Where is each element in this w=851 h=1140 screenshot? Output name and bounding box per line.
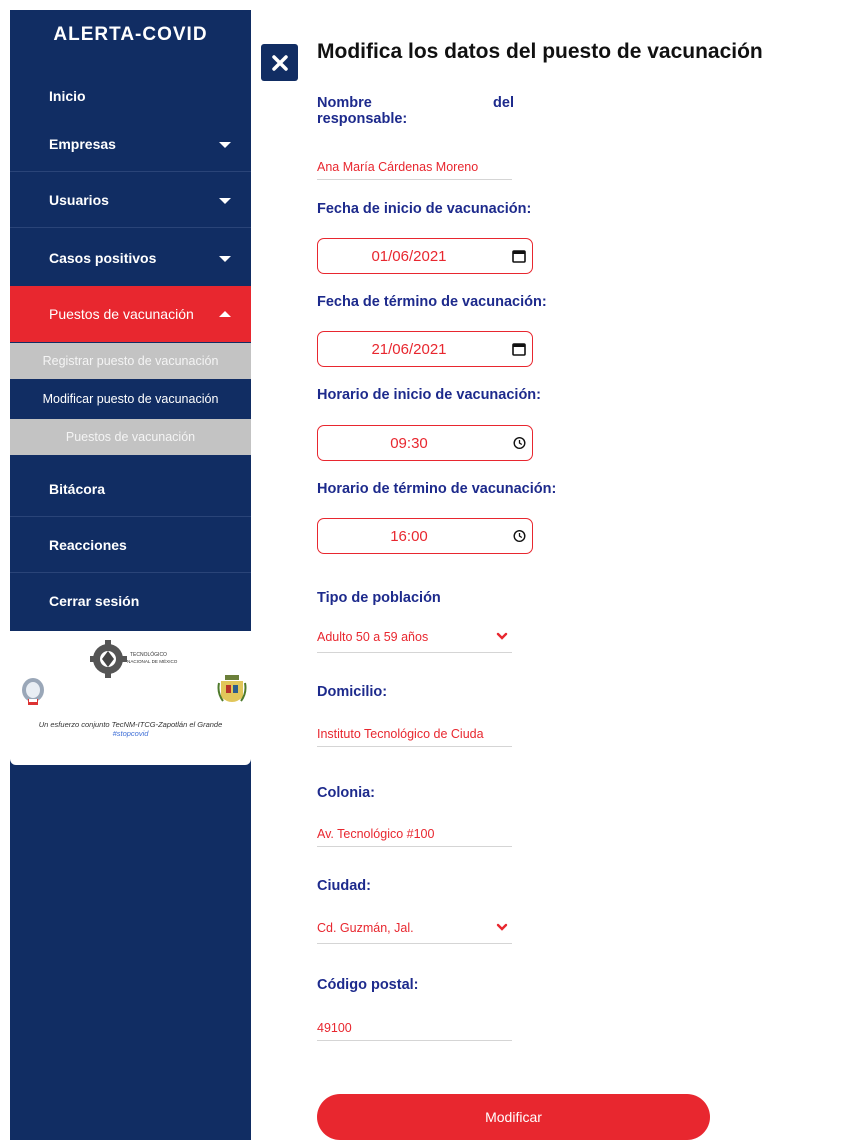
partner-logos: TECNOLÓGICO NACIONAL DE MÉXICO Un esfuer… — [10, 631, 251, 765]
tipo-poblacion-label: Tipo de población — [317, 590, 441, 606]
horario-inicio-value: 09:30 — [390, 434, 428, 452]
ciudad-select[interactable]: Cd. Guzmán, Jal. — [317, 918, 512, 944]
sidebar-item-label: Empresas — [49, 135, 116, 152]
sidebar-item-label: Usuarios — [49, 191, 109, 208]
sidebar-item-casos-positivos[interactable]: Casos positivos — [10, 230, 251, 286]
responsable-label-word1: Nombre — [317, 95, 372, 111]
responsable-input[interactable] — [317, 154, 512, 180]
ciudad-label: Ciudad: — [317, 878, 371, 894]
sidebar-item-usuarios[interactable]: Usuarios — [10, 172, 251, 228]
logo-hashtag: #stopcovid — [112, 729, 149, 738]
clock-icon[interactable] — [513, 436, 526, 450]
tecnm-logo-line2: NACIONAL DE MÉXICO — [127, 658, 178, 664]
sidebar-item-cerrar-sesion[interactable]: Cerrar sesión — [10, 573, 251, 629]
chevron-down-icon — [496, 923, 508, 932]
itcg-seal-logo — [22, 678, 44, 705]
calendar-icon[interactable] — [512, 342, 526, 356]
sidebar-item-label: Reacciones — [49, 536, 127, 553]
submenu-item-registrar[interactable]: Registrar puesto de vacunación — [10, 343, 251, 379]
colonia-input[interactable] — [317, 821, 512, 847]
submenu-item-label: Registrar puesto de vacunación — [42, 354, 219, 368]
zapotlan-coat-of-arms-logo — [217, 675, 247, 702]
close-icon — [271, 54, 288, 71]
responsable-label: Nombre del responsable: — [317, 95, 517, 127]
responsable-label-word2: del — [493, 95, 514, 111]
tecnm-logo: TECNOLÓGICO NACIONAL DE MÉXICO — [90, 640, 178, 678]
calendar-icon[interactable] — [512, 249, 526, 263]
fecha-termino-label: Fecha de término de vacunación: — [317, 294, 547, 310]
sidebar-item-reacciones[interactable]: Reacciones — [10, 517, 251, 573]
sidebar-item-label: Casos positivos — [49, 250, 157, 266]
sidebar-item-label: Inicio — [49, 88, 86, 104]
clock-icon[interactable] — [513, 529, 526, 543]
page-title: Modifica los datos del puesto de vacunac… — [317, 40, 763, 63]
ciudad-value: Cd. Guzmán, Jal. — [317, 921, 414, 935]
sidebar-item-label: Puestos de vacunación — [49, 306, 194, 322]
close-button[interactable] — [261, 44, 298, 81]
fecha-inicio-label: Fecha de inicio de vacunación: — [317, 201, 532, 217]
domicilio-input[interactable] — [317, 721, 512, 747]
caret-down-icon — [219, 197, 231, 204]
modificar-button[interactable]: Modificar — [317, 1094, 710, 1140]
submenu-item-label: Modificar puesto de vacunación — [42, 392, 219, 406]
codigo-postal-input[interactable] — [317, 1015, 512, 1041]
horario-termino-time-field[interactable]: 16:00 — [317, 518, 533, 554]
sidebar-item-bitacora[interactable]: Bitácora — [10, 461, 251, 517]
domicilio-label: Domicilio: — [317, 684, 388, 700]
horario-inicio-time-field[interactable]: 09:30 — [317, 425, 533, 461]
caret-up-icon — [219, 311, 231, 317]
horario-inicio-label: Horario de inicio de vacunación: — [317, 387, 541, 403]
horario-termino-value: 16:00 — [390, 527, 428, 545]
tipo-poblacion-select[interactable]: Adulto 50 a 59 años — [317, 627, 512, 653]
tipo-poblacion-value: Adulto 50 a 59 años — [317, 630, 429, 644]
app-brand: ALERTA-COVID — [53, 24, 208, 45]
logo-caption-text: Un esfuerzo conjunto TecNM-ITCG-Zapotlán… — [38, 720, 223, 729]
codigo-postal-label: Código postal: — [317, 977, 419, 993]
sidebar: ALERTA-COVID Inicio Empresas Usuarios Ca… — [10, 10, 251, 1140]
sidebar-item-puestos-vacunacion[interactable]: Puestos de vacunación — [10, 286, 251, 342]
logo-caption: Un esfuerzo conjunto TecNM-ITCG-Zapotlán… — [10, 720, 251, 738]
sidebar-item-empresas[interactable]: Empresas — [10, 116, 251, 172]
colonia-label: Colonia: — [317, 785, 375, 801]
submenu-item-puestos[interactable]: Puestos de vacunación — [10, 419, 251, 455]
chevron-down-icon — [496, 632, 508, 641]
fecha-termino-date-field[interactable]: 21/06/2021 — [317, 331, 533, 367]
fecha-inicio-value: 01/06/2021 — [371, 247, 447, 265]
submenu-item-modificar[interactable]: Modificar puesto de vacunación — [10, 381, 251, 417]
fecha-termino-value: 21/06/2021 — [371, 340, 447, 358]
submenu-item-label: Puestos de vacunación — [65, 430, 196, 444]
sidebar-item-label: Cerrar sesión — [49, 593, 140, 609]
horario-termino-label: Horario de término de vacunación: — [317, 481, 557, 497]
sidebar-item-label: Bitácora — [49, 480, 106, 497]
tecnm-logo-line1: TECNOLÓGICO — [130, 651, 167, 658]
caret-down-icon — [219, 256, 231, 262]
caret-down-icon — [219, 141, 231, 148]
fecha-inicio-date-field[interactable]: 01/06/2021 — [317, 238, 533, 274]
responsable-label-word3: responsable: — [317, 111, 408, 127]
